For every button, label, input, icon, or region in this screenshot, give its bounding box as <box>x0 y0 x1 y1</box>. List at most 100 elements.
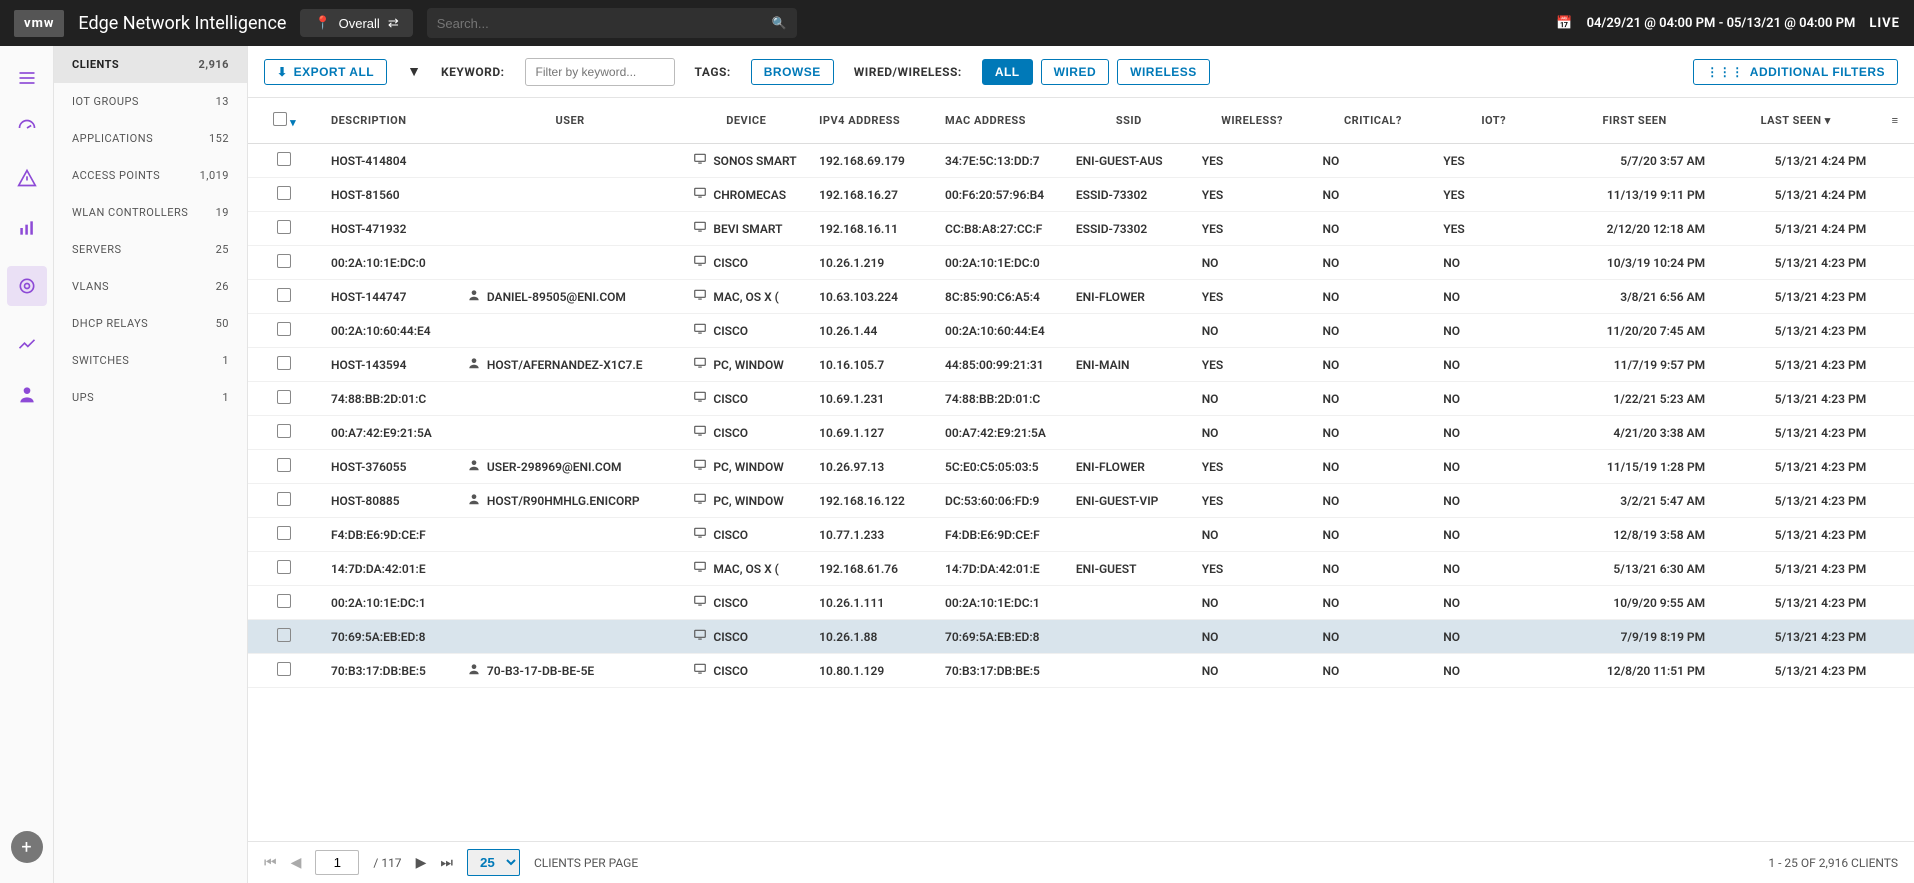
cell-critical: NO <box>1312 314 1433 348</box>
sidebar-item-applications[interactable]: APPLICATIONS152 <box>54 120 247 157</box>
col-mac[interactable]: MAC ADDRESS <box>935 98 1066 144</box>
page-input[interactable] <box>315 850 359 875</box>
row-checkbox[interactable] <box>277 458 291 472</box>
additional-filters-button[interactable]: ⋮⋮⋮ ADDITIONAL FILTERS <box>1693 59 1898 85</box>
table-row[interactable]: HOST-414804SONOS SMART192.168.69.17934:7… <box>248 144 1914 178</box>
cell-user: DANIEL-89505@ENI.COM <box>457 280 683 314</box>
table-row[interactable]: 74:88:BB:2D:01:CCISCO10.69.1.23174:88:BB… <box>248 382 1914 416</box>
alerts-icon[interactable] <box>15 166 39 190</box>
add-fab[interactable]: + <box>11 831 43 863</box>
table-row[interactable]: 00:2A:10:1E:DC:0CISCO10.26.1.21900:2A:10… <box>248 246 1914 280</box>
cell-user <box>457 586 683 620</box>
row-checkbox[interactable] <box>277 254 291 268</box>
table-row[interactable]: HOST-143594HOST/AFERNANDEZ-X1C7.EPC, WIN… <box>248 348 1914 382</box>
sidebar-item-wlan-controllers[interactable]: WLAN CONTROLLERS19 <box>54 194 247 231</box>
user-icon[interactable] <box>15 382 39 406</box>
sidebar-item-vlans[interactable]: VLANS26 <box>54 268 247 305</box>
browse-tags-button[interactable]: BROWSE <box>751 59 834 85</box>
global-search[interactable]: 🔍 <box>427 8 797 38</box>
row-checkbox[interactable] <box>277 356 291 370</box>
cell-ipv4: 10.26.97.13 <box>809 450 935 484</box>
row-checkbox[interactable] <box>277 424 291 438</box>
cell-ipv4: 10.77.1.233 <box>809 518 935 552</box>
sidebar-item-access-points[interactable]: ACCESS POINTS1,019 <box>54 157 247 194</box>
table-row[interactable]: 00:2A:10:60:44:E4CISCO10.26.1.4400:2A:10… <box>248 314 1914 348</box>
col-first-seen[interactable]: FIRST SEEN <box>1554 98 1715 144</box>
sidebar-item-switches[interactable]: SWITCHES1 <box>54 342 247 379</box>
filter-wired-button[interactable]: WIRED <box>1041 59 1110 85</box>
row-checkbox[interactable] <box>277 322 291 336</box>
clients-table-wrap[interactable]: ▾ DESCRIPTION USER DEVICE IPV4 ADDRESS M… <box>248 98 1914 841</box>
sidebar-item-dhcp-relays[interactable]: DHCP RELAYS50 <box>54 305 247 342</box>
row-checkbox[interactable] <box>277 390 291 404</box>
row-checkbox[interactable] <box>277 220 291 234</box>
filter-all-button[interactable]: ALL <box>982 59 1033 85</box>
row-checkbox[interactable] <box>277 288 291 302</box>
col-critical[interactable]: CRITICAL? <box>1312 98 1433 144</box>
filter-funnel-icon[interactable]: ▼ <box>407 63 421 80</box>
table-row[interactable]: 70:B3:17:DB:BE:570-B3-17-DB-BE-5ECISCO10… <box>248 654 1914 688</box>
row-checkbox[interactable] <box>277 594 291 608</box>
col-last-seen[interactable]: LAST SEEN ▾ <box>1715 98 1876 144</box>
col-wireless[interactable]: WIRELESS? <box>1192 98 1313 144</box>
cell-ipv4: 10.26.1.219 <box>809 246 935 280</box>
table-row[interactable]: 14:7D:DA:42:01:EMAC, OS X (192.168.61.76… <box>248 552 1914 586</box>
cell-last-seen: 5/13/21 4:23 PM <box>1715 484 1876 518</box>
col-ipv4[interactable]: IPV4 ADDRESS <box>809 98 935 144</box>
analytics-icon[interactable] <box>15 216 39 240</box>
table-row[interactable]: 70:69:5A:EB:ED:8CISCO10.26.1.8870:69:5A:… <box>248 620 1914 654</box>
table-row[interactable]: F4:DB:E6:9D:CE:FCISCO10.77.1.233F4:DB:E6… <box>248 518 1914 552</box>
cell-user <box>457 314 683 348</box>
clients-icon[interactable] <box>7 266 47 306</box>
search-icon[interactable]: 🔍 <box>772 16 787 30</box>
row-checkbox[interactable] <box>277 662 291 676</box>
table-row[interactable]: 00:A7:42:E9:21:5ACISCO10.69.1.12700:A7:4… <box>248 416 1914 450</box>
last-page-button[interactable]: ⏭ <box>440 855 453 871</box>
col-ssid[interactable]: SSID <box>1066 98 1192 144</box>
sidebar-item-ups[interactable]: UPS1 <box>54 379 247 416</box>
prev-page-button[interactable]: ◀ <box>291 855 302 871</box>
dashboard-icon[interactable] <box>15 116 39 140</box>
calendar-icon[interactable]: 📅 <box>1556 16 1572 31</box>
filter-wireless-button[interactable]: WIRELESS <box>1117 59 1210 85</box>
cell-mac: DC:53:60:06:FD:9 <box>935 484 1066 518</box>
scope-selector[interactable]: 📍 Overall ⇄ <box>300 9 412 37</box>
row-checkbox[interactable] <box>277 186 291 200</box>
search-input[interactable] <box>437 16 772 31</box>
cell-description: HOST-80885 <box>321 484 457 518</box>
col-user[interactable]: USER <box>457 98 683 144</box>
table-row[interactable]: HOST-471932BEVI SMART192.168.16.11CC:B8:… <box>248 212 1914 246</box>
hamburger-icon[interactable]: ≡ <box>1892 114 1899 127</box>
cell-iot: NO <box>1433 348 1554 382</box>
table-row[interactable]: 00:2A:10:1E:DC:1CISCO10.26.1.11100:2A:10… <box>248 586 1914 620</box>
row-checkbox[interactable] <box>277 560 291 574</box>
cell-mac: 8C:85:90:C6:A5:4 <box>935 280 1066 314</box>
trends-icon[interactable] <box>15 332 39 356</box>
next-page-button[interactable]: ▶ <box>416 855 427 871</box>
cell-wireless: YES <box>1192 348 1313 382</box>
col-iot[interactable]: IOT? <box>1433 98 1554 144</box>
table-row[interactable]: HOST-144747DANIEL-89505@ENI.COMMAC, OS X… <box>248 280 1914 314</box>
row-checkbox[interactable] <box>277 526 291 540</box>
table-row[interactable]: HOST-81560CHROMECAS192.168.16.2700:F6:20… <box>248 178 1914 212</box>
export-all-button[interactable]: ⬇ EXPORT ALL <box>264 59 387 85</box>
table-row[interactable]: HOST-80885HOST/R90HMHLG.ENICORPPC, WINDO… <box>248 484 1914 518</box>
col-menu[interactable]: ≡ <box>1876 98 1914 144</box>
row-checkbox[interactable] <box>277 628 291 642</box>
col-checkbox[interactable]: ▾ <box>248 98 321 144</box>
menu-icon[interactable] <box>15 66 39 90</box>
sidebar-item-iot-groups[interactable]: IOT GROUPS13 <box>54 83 247 120</box>
first-page-button[interactable]: ⏮ <box>264 855 277 871</box>
chevron-down-icon[interactable]: ▾ <box>290 116 296 129</box>
col-device[interactable]: DEVICE <box>683 98 809 144</box>
table-row[interactable]: HOST-376055USER-298969@ENI.COMPC, WINDOW… <box>248 450 1914 484</box>
sidebar-item-servers[interactable]: SERVERS25 <box>54 231 247 268</box>
date-range[interactable]: 04/29/21 @ 04:00 PM - 05/13/21 @ 04:00 P… <box>1587 16 1856 31</box>
select-all-checkbox[interactable] <box>273 112 287 126</box>
row-checkbox[interactable] <box>277 492 291 506</box>
keyword-input[interactable] <box>525 58 675 86</box>
sidebar-item-clients[interactable]: CLIENTS2,916 <box>54 46 247 83</box>
col-description[interactable]: DESCRIPTION <box>321 98 457 144</box>
row-checkbox[interactable] <box>277 152 291 166</box>
page-size-select[interactable]: 25 <box>467 849 520 876</box>
